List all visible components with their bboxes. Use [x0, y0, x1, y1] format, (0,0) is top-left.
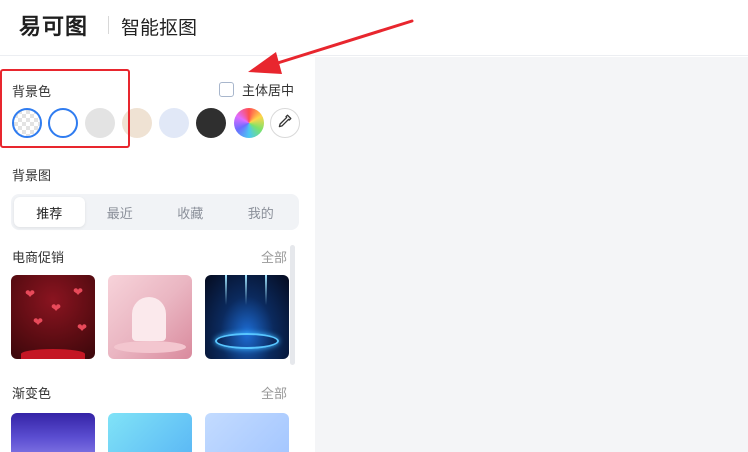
- app-logo[interactable]: 易可图: [19, 12, 89, 40]
- eyedropper-icon: [277, 113, 293, 133]
- heart-icon: ❤: [33, 315, 44, 329]
- tab-recent[interactable]: 最近: [85, 197, 156, 227]
- gradient-section-label: 渐变色: [12, 387, 52, 402]
- logo-text: 易可图: [19, 15, 89, 40]
- swatch-beige[interactable]: [122, 108, 152, 138]
- ecommerce-see-all-link[interactable]: 全部: [261, 247, 287, 266]
- background-thumbnail-blue-stage[interactable]: [205, 275, 289, 359]
- swatch-transparent[interactable]: [12, 108, 42, 138]
- heart-icon: ❤: [77, 321, 88, 335]
- heart-icon: ❤: [51, 301, 62, 315]
- header-divider: [108, 16, 109, 34]
- app-header: 易可图 智能抠图: [0, 0, 748, 56]
- background-color-label: 背景色: [12, 85, 52, 100]
- tab-recommended[interactable]: 推荐: [14, 197, 85, 227]
- thumbnail-base: [114, 341, 186, 353]
- thumbnail-arch: [132, 297, 166, 341]
- swatch-white[interactable]: [48, 108, 78, 138]
- heart-icon: ❤: [73, 285, 84, 299]
- settings-panel: 背景色 主体居中 背景图 推荐 最近 收藏 我的 电商促销 全部 ❤ ❤ ❤ ❤…: [0, 57, 315, 452]
- stage-ring: [215, 333, 279, 349]
- stage-light: [245, 275, 247, 305]
- page-title: 智能抠图: [121, 17, 198, 39]
- background-image-label: 背景图: [12, 169, 52, 184]
- tab-favorites[interactable]: 收藏: [155, 197, 226, 227]
- background-image-tabs: 推荐 最近 收藏 我的: [11, 194, 299, 230]
- center-subject-toggle[interactable]: 主体居中: [219, 80, 294, 99]
- gradient-thumbnail-cyan[interactable]: [108, 413, 192, 452]
- background-thumbnail-pink-arch[interactable]: [108, 275, 192, 359]
- gradient-see-all-link[interactable]: 全部: [261, 383, 287, 402]
- heart-icon: ❤: [25, 287, 36, 301]
- stage-light: [265, 275, 267, 305]
- background-thumbnail-red-hearts[interactable]: ❤ ❤ ❤ ❤ ❤: [11, 275, 95, 359]
- thumbnail-floor: [21, 349, 85, 359]
- preview-canvas[interactable]: [315, 57, 748, 452]
- gradient-thumbnail-light-blue[interactable]: [205, 413, 289, 452]
- center-subject-label: 主体居中: [242, 84, 295, 99]
- ecommerce-section-label: 电商促销: [12, 251, 65, 266]
- swatch-light-blue[interactable]: [159, 108, 189, 138]
- swatch-color-wheel[interactable]: [234, 108, 264, 138]
- eyedropper-button[interactable]: [270, 108, 300, 138]
- center-subject-checkbox[interactable]: [219, 82, 234, 97]
- gradient-thumbnail-purple[interactable]: [11, 413, 95, 452]
- stage-light: [225, 275, 227, 305]
- panel-scrollbar[interactable]: [290, 245, 295, 365]
- swatch-dark-gray[interactable]: [196, 108, 226, 138]
- swatch-light-gray[interactable]: [85, 108, 115, 138]
- tab-mine[interactable]: 我的: [226, 197, 297, 227]
